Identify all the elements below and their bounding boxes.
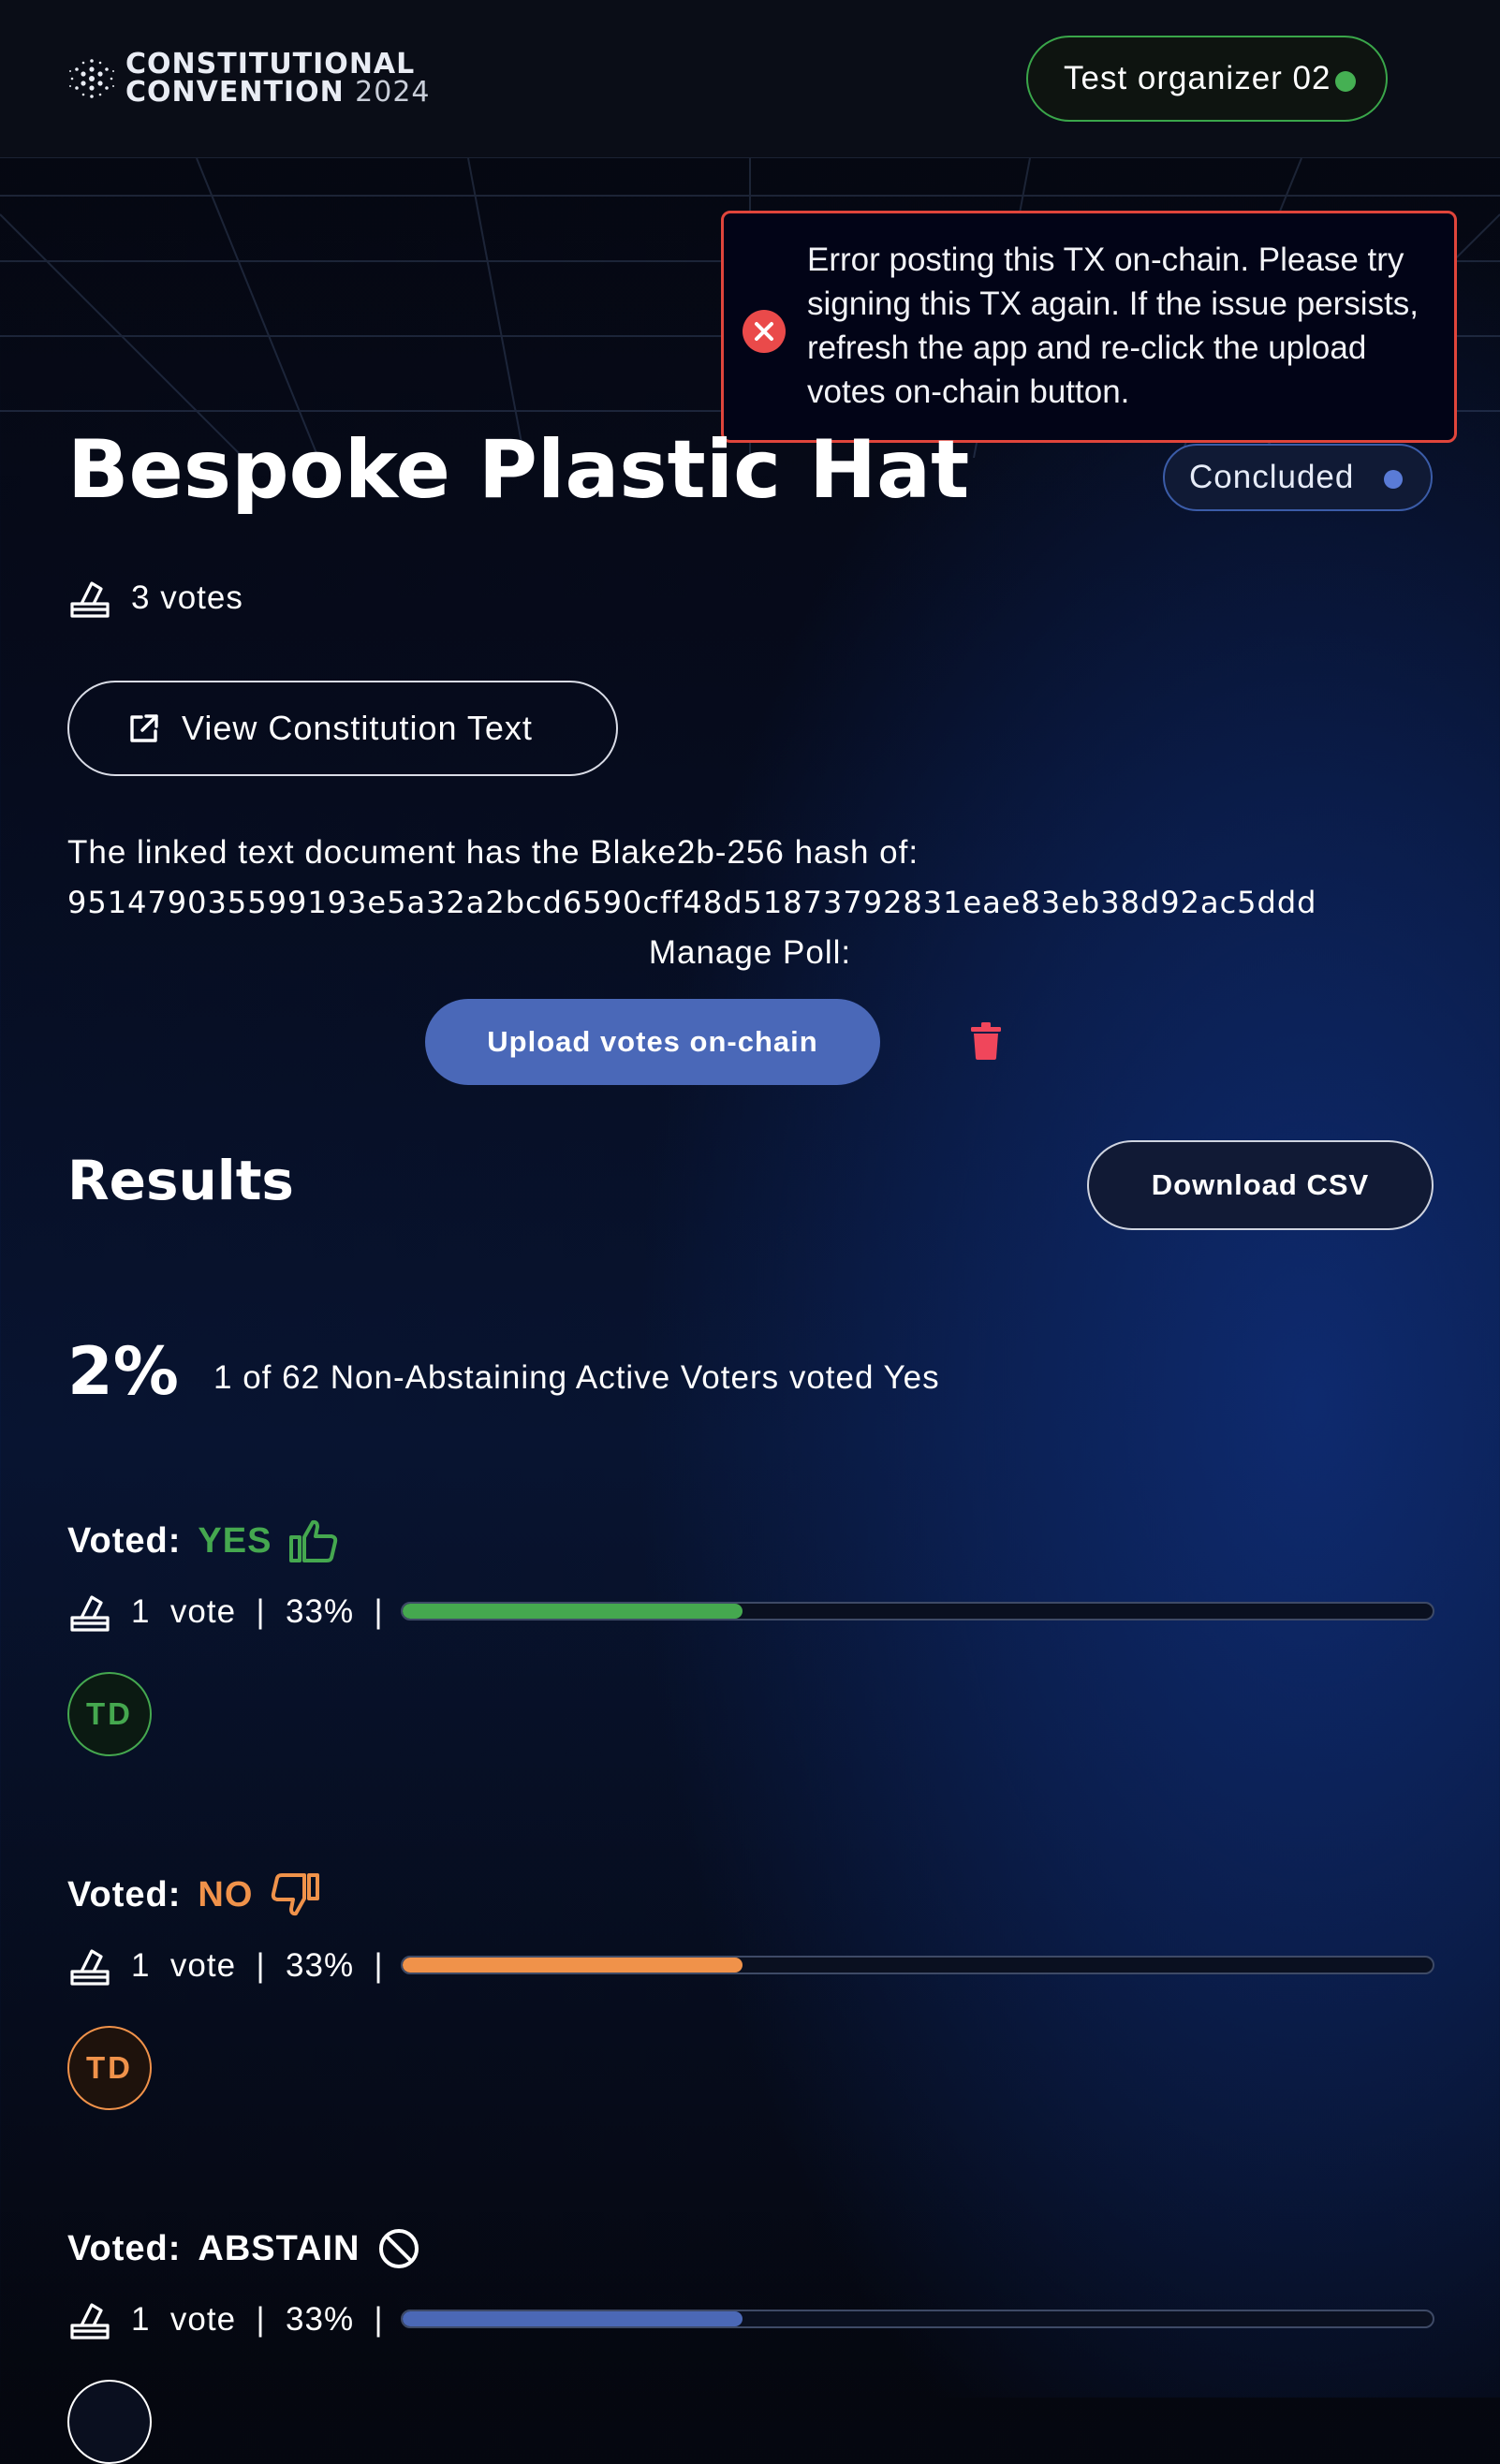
hash-label: The linked text document has the Blake2b… — [67, 834, 919, 871]
status-badge: Concluded — [1163, 444, 1433, 511]
status-text: Concluded — [1189, 459, 1355, 495]
vote-progress-fill — [403, 1604, 743, 1619]
vote-stat-text: 1 vote | 33% | — [131, 1947, 384, 1984]
vote-progress-fill — [403, 1958, 743, 1973]
vote-count-text: 3 votes — [131, 579, 243, 616]
voted-label: Voted: — [67, 1874, 182, 1914]
toast-message: Error posting this TX on-chain. Please t… — [807, 242, 1419, 410]
logo-line-2: CONVENTION 2024 — [125, 79, 431, 107]
vote-progress-bar — [401, 2310, 1434, 2328]
vote-progress-fill — [403, 2311, 743, 2326]
vote-stat-text: 1 vote | 33% | — [131, 1593, 384, 1630]
logo-line-2-text: CONVENTION — [125, 76, 345, 109]
vote-stat-row: 1 vote | 33% | — [67, 1940, 1434, 1992]
voted-value: YES — [198, 1520, 272, 1561]
user-menu-button[interactable]: Test organizer 02 — [1026, 36, 1388, 122]
view-constitution-label: View Constitution Text — [182, 709, 533, 747]
voted-value: NO — [198, 1874, 254, 1914]
vote-progress-bar — [401, 1602, 1434, 1621]
error-x-icon — [743, 310, 786, 353]
document-hash: 951479035599193e5a32a2bcd6590cff48d51873… — [67, 885, 1317, 920]
voted-line: Voted: ABSTAIN — [67, 2221, 1434, 2277]
voter-avatar[interactable]: TD — [67, 1672, 152, 1756]
voted-value: ABSTAIN — [198, 2228, 360, 2268]
manage-poll-label: Manage Poll: — [648, 934, 852, 971]
voted-line: Voted: NO — [67, 1867, 1434, 1923]
logo-line-1: CONSTITUTIONAL — [125, 48, 416, 81]
vote-section-abstain: Voted: ABSTAIN 1 vote | 33% | — [67, 2221, 1434, 2464]
logo[interactable]: CONSTITUTIONAL CONVENTION 2024 — [67, 51, 431, 107]
thumbs-up-icon — [289, 1519, 338, 1562]
vote-section-no: Voted: NO 1 vote | 33% | TD — [67, 1867, 1434, 2110]
vote-stat-row: 1 vote | 33% | — [67, 2294, 1434, 2346]
poll-title: Bespoke Plastic Hat — [67, 423, 970, 517]
voter-avatar[interactable] — [67, 2380, 152, 2464]
logo-text: CONSTITUTIONAL CONVENTION 2024 — [125, 51, 431, 107]
status-dot — [1384, 470, 1403, 489]
vote-stat-row: 1 vote | 33% | — [67, 1586, 1434, 1638]
vote-progress-bar — [401, 1956, 1434, 1974]
cardano-logo-icon — [69, 59, 114, 98]
external-link-icon — [130, 714, 158, 742]
download-csv-button[interactable]: Download CSV — [1087, 1140, 1434, 1230]
user-name: Test organizer 02 — [1064, 60, 1331, 96]
thumbs-down-icon — [272, 1873, 320, 1916]
voted-label: Voted: — [67, 2228, 182, 2268]
error-toast: Error posting this TX on-chain. Please t… — [721, 211, 1457, 443]
app-header: CONSTITUTIONAL CONVENTION 2024 Test orga… — [0, 0, 1500, 158]
ballot-box-icon — [70, 1595, 110, 1632]
results-summary: 1 of 62 Non-Abstaining Active Voters vot… — [213, 1359, 940, 1396]
online-status-dot — [1335, 71, 1356, 92]
logo-year: 2024 — [355, 76, 431, 109]
vote-section-yes: Voted: YES 1 vote | 33% | TD — [67, 1513, 1434, 1756]
ballot-box-icon — [70, 1949, 110, 1986]
delete-poll-icon[interactable] — [970, 1022, 1002, 1060]
voted-line: Voted: YES — [67, 1513, 1434, 1569]
voter-avatar[interactable]: TD — [67, 2026, 152, 2110]
vote-stat-text: 1 vote | 33% | — [131, 2301, 384, 2338]
abstain-icon — [379, 2229, 419, 2268]
ballot-box-icon — [70, 581, 110, 618]
ballot-box-icon — [70, 2303, 110, 2339]
results-heading: Results — [67, 1149, 294, 1212]
view-constitution-button[interactable]: View Constitution Text — [67, 681, 618, 776]
vote-count: 3 votes — [67, 576, 243, 621]
voted-label: Voted: — [67, 1520, 182, 1561]
yes-percentage: 2% — [67, 1333, 179, 1410]
upload-votes-button[interactable]: Upload votes on-chain — [425, 999, 880, 1085]
